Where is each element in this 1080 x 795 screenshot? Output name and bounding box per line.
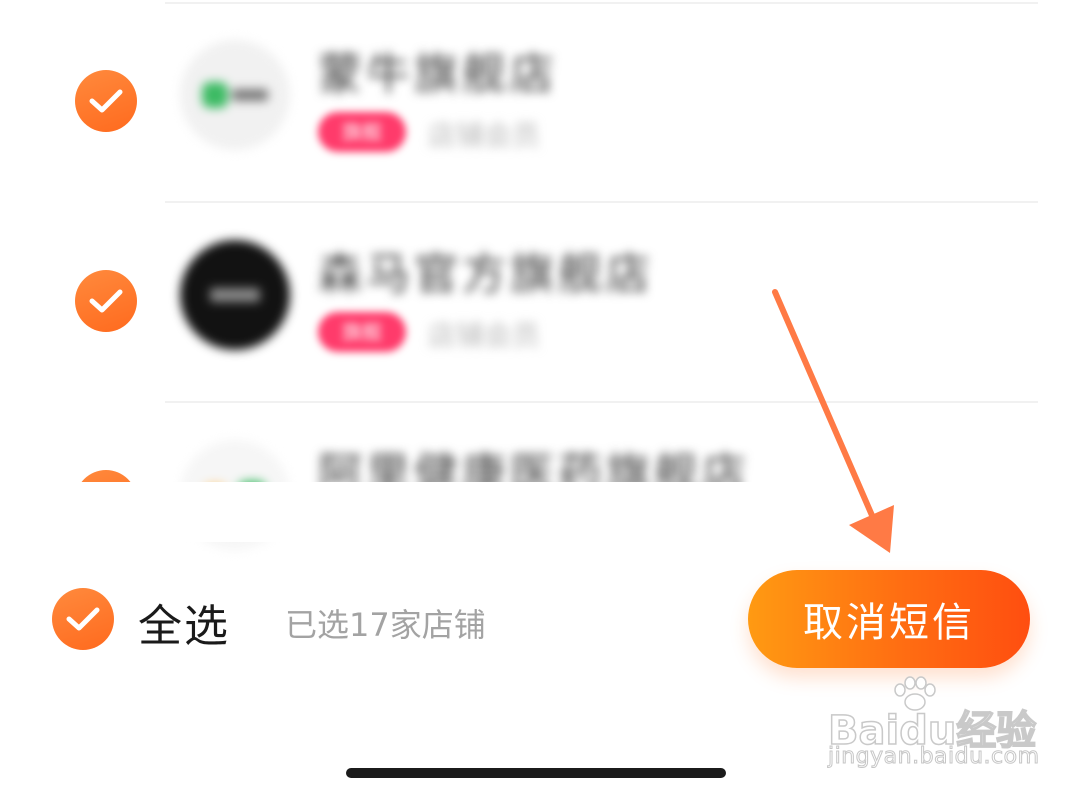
watermark-url-text: jingyan.baidu.com bbox=[828, 744, 1040, 770]
store-unsubscribe-screen: 蒙牛旗舰店 旗舰 店铺会员 森马官方旗舰店 旗舰 店铺会员 阿里健康医药旗舰店 … bbox=[0, 0, 1080, 795]
home-indicator-bar[interactable] bbox=[346, 768, 726, 778]
baidu-watermark-logo: Baidu经验 jingyan.baidu.com bbox=[827, 676, 1040, 775]
